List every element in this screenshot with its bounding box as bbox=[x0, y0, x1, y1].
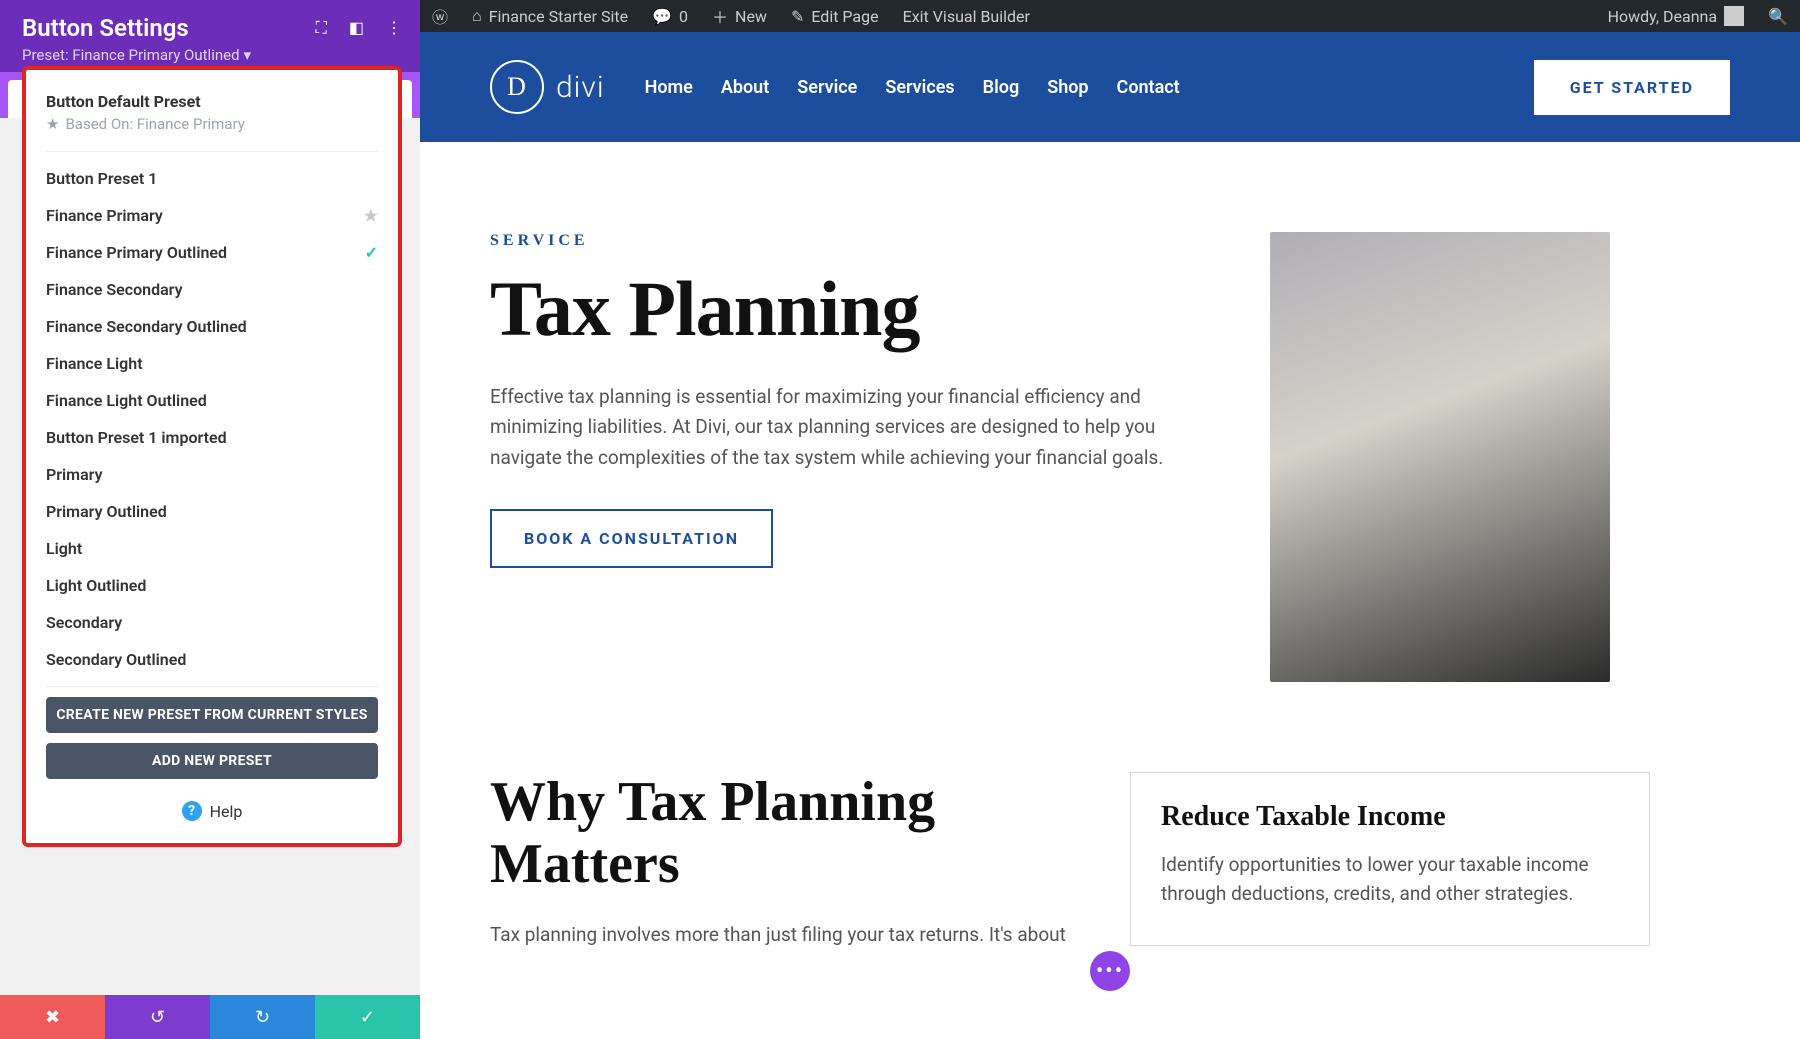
preset-item[interactable]: Finance Secondary bbox=[26, 271, 398, 308]
nav-link[interactable]: About bbox=[721, 77, 769, 98]
panel-header: Button Settings Preset: Finance Primary … bbox=[0, 0, 420, 72]
hero-image bbox=[1270, 232, 1610, 682]
help-icon: ? bbox=[182, 801, 202, 821]
preset-item-label: Finance Light Outlined bbox=[46, 391, 207, 410]
preset-item[interactable]: Finance Light Outlined bbox=[26, 382, 398, 419]
preset-item[interactable]: Light Outlined bbox=[26, 567, 398, 604]
preset-item[interactable]: Finance Secondary Outlined bbox=[26, 308, 398, 345]
cancel-button[interactable]: ✖ bbox=[0, 995, 105, 1039]
new-content-link[interactable]: ＋New bbox=[700, 0, 779, 32]
logo-mark: D bbox=[490, 60, 544, 114]
help-link[interactable]: ? Help bbox=[26, 801, 398, 821]
preset-item-label: Light Outlined bbox=[46, 576, 146, 595]
hero-body: Effective tax planning is essential for … bbox=[490, 382, 1210, 473]
divi-fab[interactable]: ••• bbox=[1090, 951, 1130, 991]
preset-item[interactable]: Button Preset 1 bbox=[26, 160, 398, 197]
preset-item[interactable]: Light bbox=[26, 530, 398, 567]
search-toggle[interactable]: 🔍 bbox=[1756, 0, 1800, 32]
section2-body: Tax planning involves more than just fil… bbox=[490, 923, 1070, 946]
benefit-card: Reduce Taxable Income Identify opportuni… bbox=[1130, 772, 1650, 946]
preset-item-label: Light bbox=[46, 539, 82, 558]
preset-item[interactable]: Button Preset 1 imported bbox=[26, 419, 398, 456]
preset-dropdown: Button Default Preset ★ Based On: Financ… bbox=[22, 66, 402, 847]
preset-item-label: Secondary bbox=[46, 613, 122, 632]
header-cta-button[interactable]: GET STARTED bbox=[1534, 60, 1730, 115]
nav-link[interactable]: Contact bbox=[1117, 77, 1180, 98]
preset-item-label: Finance Primary Outlined bbox=[46, 243, 227, 262]
section2-title: Why Tax Planning Matters bbox=[490, 772, 1070, 895]
wp-admin-bar: ⓦ ⌂Finance Starter Site 💬0 ＋New ✎Edit Pa… bbox=[420, 0, 1800, 32]
hero-section: SERVICE Tax Planning Effective tax plann… bbox=[420, 142, 1800, 722]
preset-item-label: Secondary Outlined bbox=[46, 650, 186, 669]
nav-link[interactable]: Home bbox=[645, 77, 693, 98]
account-link[interactable]: Howdy, Deanna bbox=[1596, 0, 1757, 32]
preset-item-label: Button Preset 1 bbox=[46, 169, 157, 188]
preset-item[interactable]: Finance Primary Outlined ✓ bbox=[26, 234, 398, 271]
preset-item-label: Finance Secondary bbox=[46, 280, 183, 299]
pencil-icon: ✎ bbox=[791, 7, 804, 26]
home-icon: ⌂ bbox=[472, 6, 482, 26]
preset-item-label: Finance Light bbox=[46, 354, 143, 373]
star-icon: ★ bbox=[46, 115, 59, 133]
default-star-icon: ★ bbox=[364, 206, 378, 225]
chevron-down-icon: ▾ bbox=[244, 46, 252, 64]
comment-icon: 💬 bbox=[652, 7, 672, 26]
card-body: Identify opportunities to lower your tax… bbox=[1161, 851, 1619, 908]
card-title: Reduce Taxable Income bbox=[1161, 801, 1619, 833]
create-preset-button[interactable]: CREATE NEW PRESET FROM CURRENT STYLES bbox=[46, 697, 378, 733]
preset-item-label: Button Preset 1 imported bbox=[46, 428, 227, 447]
preset-selector[interactable]: Preset: Finance Primary Outlined▾ bbox=[22, 46, 251, 64]
site-logo[interactable]: D divi bbox=[490, 60, 605, 114]
panel-footer: ✖ ↺ ↻ ✓ bbox=[0, 995, 420, 1039]
more-icon[interactable]: ⋮ bbox=[386, 18, 402, 38]
hero-eyebrow: SERVICE bbox=[490, 232, 1210, 250]
redo-button[interactable]: ↻ bbox=[210, 995, 315, 1039]
default-preset-title[interactable]: Button Default Preset bbox=[46, 92, 378, 111]
plus-icon: ＋ bbox=[712, 4, 728, 28]
preset-item[interactable]: Secondary Outlined bbox=[26, 641, 398, 678]
preset-item-label: Primary bbox=[46, 465, 103, 484]
edit-page-link[interactable]: ✎Edit Page bbox=[779, 0, 891, 32]
hero-title: Tax Planning bbox=[490, 264, 1210, 354]
site-name-link[interactable]: ⌂Finance Starter Site bbox=[460, 0, 640, 32]
preset-item-label: Finance Secondary Outlined bbox=[46, 317, 247, 336]
preset-item-label: Finance Primary bbox=[46, 206, 163, 225]
page-canvas: D divi Home About Service Services Blog Shop C… bbox=[420, 32, 1800, 1039]
preset-item[interactable]: Finance Light bbox=[26, 345, 398, 382]
nav-link[interactable]: Services bbox=[885, 77, 954, 98]
comments-link[interactable]: 💬0 bbox=[640, 0, 700, 32]
avatar bbox=[1724, 6, 1744, 26]
preset-item-label: Primary Outlined bbox=[46, 502, 167, 521]
preset-item[interactable]: Secondary bbox=[26, 604, 398, 641]
nav-link[interactable]: Shop bbox=[1047, 77, 1088, 98]
book-consultation-button[interactable]: BOOK A CONSULTATION bbox=[490, 509, 773, 568]
wordpress-icon: ⓦ bbox=[432, 4, 448, 28]
nav-link[interactable]: Service bbox=[797, 77, 857, 98]
preset-item[interactable]: Finance Primary ★ bbox=[26, 197, 398, 234]
save-button[interactable]: ✓ bbox=[315, 995, 420, 1039]
search-icon: 🔍 bbox=[1768, 7, 1788, 26]
wp-logo[interactable]: ⓦ bbox=[420, 0, 460, 32]
responsive-icon[interactable]: ⛶ bbox=[316, 18, 327, 38]
primary-nav: Home About Service Services Blog Shop Contact bbox=[645, 77, 1180, 98]
preset-item[interactable]: Primary Outlined bbox=[26, 493, 398, 530]
why-section: Why Tax Planning Matters Tax planning in… bbox=[420, 722, 1800, 946]
preset-item[interactable]: Primary bbox=[26, 456, 398, 493]
add-preset-button[interactable]: ADD NEW PRESET bbox=[46, 743, 378, 779]
dock-icon[interactable]: ◧ bbox=[349, 18, 364, 38]
undo-button[interactable]: ↺ bbox=[105, 995, 210, 1039]
exit-visual-builder[interactable]: Exit Visual Builder bbox=[891, 0, 1042, 32]
based-on-label: ★ Based On: Finance Primary bbox=[46, 115, 378, 133]
nav-link[interactable]: Blog bbox=[983, 77, 1020, 98]
active-check-icon: ✓ bbox=[365, 243, 378, 262]
site-header: D divi Home About Service Services Blog Shop C… bbox=[420, 32, 1800, 142]
